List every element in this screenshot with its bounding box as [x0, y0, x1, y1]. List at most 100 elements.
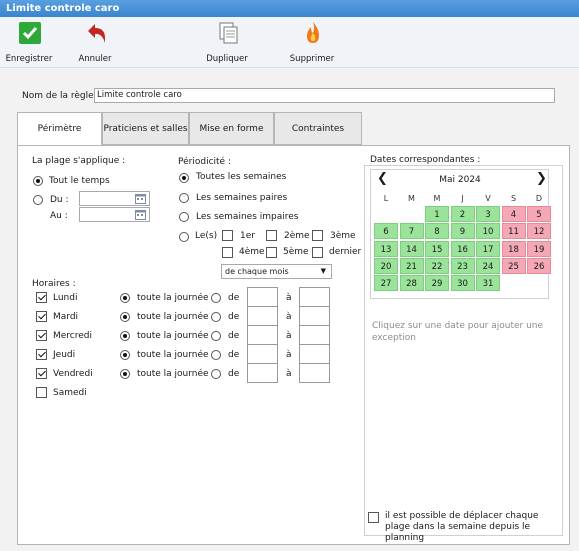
- semaines-paires-radio[interactable]: [179, 193, 189, 203]
- tab-perimetre[interactable]: Périmètre: [17, 112, 102, 146]
- calendar-day[interactable]: 8: [425, 223, 449, 240]
- prev-month-button[interactable]: ❮: [377, 171, 388, 186]
- day-label: Samedi: [53, 388, 87, 398]
- week-1er-label: 1er: [240, 231, 255, 241]
- calendar-day[interactable]: 28: [399, 275, 424, 292]
- toute-journee-radio[interactable]: [120, 350, 130, 360]
- day-checkbox-3[interactable]: [36, 349, 47, 360]
- calendar-day[interactable]: 2: [450, 206, 475, 222]
- au-label: Au :: [50, 211, 68, 221]
- week-2eme-checkbox[interactable]: [266, 230, 277, 241]
- day-checkbox-1[interactable]: [36, 311, 47, 322]
- de-radio[interactable]: [211, 350, 221, 360]
- a-label: à: [286, 369, 292, 379]
- a-label: à: [286, 293, 292, 303]
- end-time-input[interactable]: [299, 287, 330, 307]
- week-3eme-checkbox[interactable]: [312, 230, 323, 241]
- calendar-icon[interactable]: [135, 193, 146, 207]
- calendar-day[interactable]: 17: [476, 240, 500, 257]
- calendar-day[interactable]: 23: [450, 257, 475, 274]
- day-checkbox-5[interactable]: [36, 387, 47, 398]
- calendar-day[interactable]: 20: [374, 257, 398, 274]
- duplicate-label: Dupliquer: [206, 54, 248, 64]
- tab-praticiens-salles[interactable]: Praticiens et salles: [102, 112, 189, 145]
- toute-journee-radio[interactable]: [120, 369, 130, 379]
- calendar-day[interactable]: 22: [425, 257, 449, 274]
- calendar-day[interactable]: 31: [476, 275, 500, 292]
- calendar-day[interactable]: 11: [501, 223, 526, 240]
- week-5eme-checkbox[interactable]: [266, 247, 277, 258]
- calendar-icon[interactable]: [135, 209, 146, 223]
- calendar-day[interactable]: 30: [450, 275, 475, 292]
- calendar-day[interactable]: 3: [476, 206, 500, 222]
- window-title: Limite controle caro: [0, 0, 579, 17]
- toute-journee-label: toute la journée: [137, 369, 209, 379]
- day-label: Vendredi: [53, 369, 93, 379]
- cancel-label: Annuler: [78, 54, 112, 64]
- calendar-day[interactable]: 16: [450, 240, 475, 257]
- calendar-day[interactable]: 12: [527, 223, 551, 240]
- toute-journee-radio[interactable]: [120, 312, 130, 322]
- calendar-day[interactable]: 13: [374, 240, 398, 257]
- start-time-input[interactable]: [247, 325, 278, 345]
- dates-label: Dates correspondantes :: [370, 155, 481, 165]
- toute-journee-radio[interactable]: [120, 331, 130, 341]
- calendar-day[interactable]: 1: [425, 206, 449, 222]
- rule-name-input[interactable]: Limite controle caro: [94, 88, 555, 103]
- flame-icon: [301, 21, 325, 45]
- calendar-day[interactable]: 29: [425, 275, 449, 292]
- day-checkbox-4[interactable]: [36, 368, 47, 379]
- deplacer-plage-checkbox[interactable]: [368, 512, 379, 523]
- week-dernier-checkbox[interactable]: [312, 247, 323, 258]
- end-time-input[interactable]: [299, 344, 330, 364]
- day-checkbox-2[interactable]: [36, 330, 47, 341]
- calendar-day[interactable]: 19: [527, 240, 551, 257]
- week-4eme-checkbox[interactable]: [222, 247, 233, 258]
- end-time-input[interactable]: [299, 306, 330, 326]
- calendar-day[interactable]: 18: [501, 240, 526, 257]
- de-radio[interactable]: [211, 293, 221, 303]
- calendar-day[interactable]: 10: [476, 223, 500, 240]
- les-semaines-radio[interactable]: [179, 232, 189, 242]
- day-checkbox-0[interactable]: [36, 292, 47, 303]
- calendar-day[interactable]: 21: [399, 257, 424, 274]
- start-time-input[interactable]: [247, 344, 278, 364]
- a-label: à: [286, 312, 292, 322]
- calendar-day[interactable]: 24: [476, 257, 500, 274]
- calendar-day[interactable]: 14: [399, 240, 424, 257]
- tab-mise-en-forme[interactable]: Mise en forme: [189, 112, 274, 145]
- calendar-day[interactable]: 7: [399, 223, 424, 240]
- start-time-input[interactable]: [247, 306, 278, 326]
- end-time-input[interactable]: [299, 325, 330, 345]
- week-3eme-label: 3ème: [330, 231, 356, 241]
- start-time-input[interactable]: [247, 287, 278, 307]
- end-time-input[interactable]: [299, 363, 330, 383]
- calendar-day[interactable]: 25: [501, 257, 526, 274]
- de-radio[interactable]: [211, 331, 221, 341]
- du-au-radio[interactable]: [33, 195, 43, 205]
- tab-contraintes[interactable]: Contraintes: [274, 112, 362, 145]
- de-radio[interactable]: [211, 369, 221, 379]
- a-label: à: [286, 331, 292, 341]
- toute-journee-label: toute la journée: [137, 293, 209, 303]
- calendar-day[interactable]: 27: [374, 275, 398, 292]
- toute-journee-radio[interactable]: [120, 293, 130, 303]
- week-2eme-label: 2ème: [284, 231, 310, 241]
- tout-le-temps-radio[interactable]: [33, 176, 43, 186]
- toutes-semaines-radio[interactable]: [179, 173, 189, 183]
- calendar-day[interactable]: 6: [374, 223, 398, 240]
- semaines-paires-label: Les semaines paires: [196, 193, 288, 203]
- rule-name-label: Nom de la règle :: [22, 91, 100, 101]
- calendar-day[interactable]: 4: [501, 206, 526, 222]
- start-time-input[interactable]: [247, 363, 278, 383]
- week-1er-checkbox[interactable]: [222, 230, 233, 241]
- calendar-day[interactable]: 15: [425, 240, 449, 257]
- semaines-impaires-radio[interactable]: [179, 212, 189, 222]
- next-month-button[interactable]: ❯: [536, 171, 547, 186]
- calendar-day[interactable]: 5: [527, 206, 551, 222]
- calendar-day[interactable]: 26: [527, 257, 551, 274]
- deplacer-plage-label: il est possible de déplacer chaque plage…: [385, 511, 539, 543]
- calendar-day[interactable]: 9: [450, 223, 475, 240]
- de-radio[interactable]: [211, 312, 221, 322]
- month-select[interactable]: de chaque mois ▼: [221, 264, 332, 279]
